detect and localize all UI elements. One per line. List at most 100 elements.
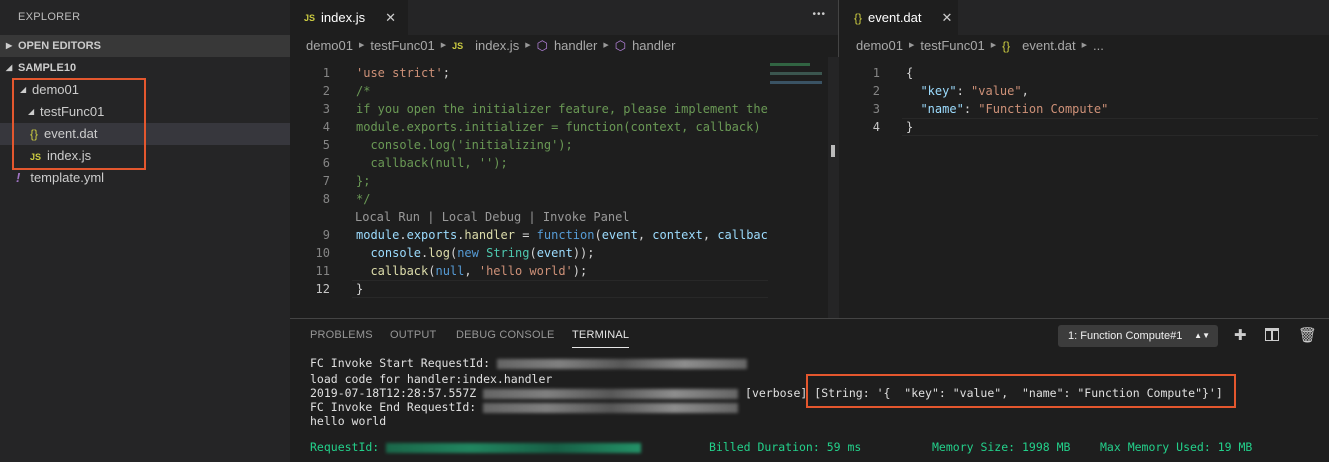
code-line: */: [356, 190, 370, 208]
code-token: "Function Compute": [978, 102, 1109, 116]
memory-size: Memory Size: 1998 MB: [932, 440, 1071, 454]
code-lens[interactable]: Local Run | Local Debug | Invoke Panel: [355, 208, 630, 226]
chevron-right-icon: ▶: [990, 42, 997, 49]
explorer-sidebar: EXPLORER ▶ OPEN EDITORS ◢ SAMPLE10 ◢ demo01…: [0, 0, 290, 462]
terminal-select[interactable]: 1: Function Compute#1 ▲▼: [1058, 325, 1218, 347]
code-token: module.exports.initializer = function(co…: [356, 120, 768, 134]
breadcrumb-item[interactable]: demo01: [856, 35, 903, 57]
tree-label: index.js: [47, 148, 92, 163]
tab-problems[interactable]: PROBLEMS: [310, 329, 373, 341]
terminal-select-value: 1: Function Compute#1: [1068, 330, 1183, 342]
breadcrumb-item[interactable]: ...: [1093, 35, 1104, 57]
code-token: =: [514, 228, 537, 242]
chevron-right-icon: ▶: [6, 41, 13, 50]
tab-bar: {} event.dat ✕: [840, 0, 1329, 35]
code-token: .: [399, 228, 407, 242]
breadcrumb-item[interactable]: handler: [554, 35, 597, 57]
cube-icon: ⬡: [614, 38, 627, 53]
code-line: };: [356, 172, 370, 190]
code-token: ,: [1021, 84, 1029, 98]
code-token: callback: [370, 264, 429, 278]
trash-icon[interactable]: 🗑: [1298, 326, 1317, 344]
code-line: module.exports.handler = function(event,…: [356, 226, 768, 244]
breadcrumb-item[interactable]: demo01: [306, 35, 353, 57]
code-line: "key": "value",: [906, 82, 1029, 100]
tree-file-index-js[interactable]: JS index.js: [0, 145, 290, 167]
code-token: "name": [920, 102, 964, 116]
workspace-section[interactable]: ◢ SAMPLE10: [0, 57, 290, 79]
term-text: load code for handler:index.handler: [310, 372, 553, 386]
split-icon[interactable]: [1265, 328, 1279, 341]
close-icon[interactable]: ✕: [385, 10, 396, 26]
tree-folder-demo01[interactable]: ◢ demo01: [0, 79, 290, 101]
code-area[interactable]: 1 'use strict'; 2 /* 3 if you open the initia…: [290, 55, 768, 318]
chevron-down-icon: ◢: [6, 63, 13, 72]
line-number: 12: [315, 282, 330, 296]
code-token: :: [963, 102, 979, 116]
line-number: 8: [322, 192, 330, 206]
code-line: /*: [356, 82, 370, 100]
breadcrumb-item[interactable]: handler: [632, 35, 675, 57]
code-token: ));: [572, 246, 595, 260]
breadcrumb-item[interactable]: index.js: [475, 35, 519, 57]
plus-icon[interactable]: ✚: [1234, 326, 1247, 344]
code-token: */: [356, 192, 371, 206]
yaml-exclamation-icon: !: [16, 170, 21, 185]
tab-debug-console[interactable]: DEBUG CONSOLE: [456, 329, 555, 341]
current-line-highlight: [352, 280, 768, 298]
chevron-right-icon: ▶: [358, 42, 365, 49]
redacted-id: [386, 442, 642, 453]
code-token: null: [435, 264, 465, 278]
code-token: :: [956, 84, 972, 98]
code-token: module: [356, 228, 400, 242]
breadcrumb: demo01 ▶ testFunc01 ▶ JS index.js ▶ ⬡ handler…: [290, 35, 838, 57]
tree-label: event.dat: [44, 126, 98, 141]
line-number: 3: [872, 102, 880, 116]
breadcrumb-item[interactable]: event.dat: [1022, 35, 1076, 57]
tab-event-dat[interactable]: {} event.dat ✕: [840, 0, 958, 35]
code-token: event: [601, 228, 638, 242]
line-number: 6: [322, 156, 330, 170]
code-token: callback(null, '');: [356, 156, 508, 170]
code-token: "value": [971, 84, 1022, 98]
tree-file-event-dat[interactable]: {} event.dat: [0, 123, 290, 145]
code-token: log: [428, 246, 450, 260]
tab-output[interactable]: OUTPUT: [390, 329, 436, 341]
tab-index-js[interactable]: JS index.js ✕: [290, 0, 408, 35]
breadcrumb-item[interactable]: testFunc01: [920, 35, 984, 57]
code-line: }: [356, 280, 363, 298]
tree-folder-testfunc01[interactable]: ◢ testFunc01: [0, 101, 290, 123]
code-line: }: [906, 118, 913, 136]
chevron-down-icon: ◢: [20, 85, 27, 94]
current-line-highlight: [902, 118, 1318, 136]
code-token: ,: [637, 228, 653, 242]
tree-file-template-yml[interactable]: ! template.yml: [0, 167, 290, 189]
tab-terminal[interactable]: TERMINAL: [572, 329, 630, 348]
js-icon: JS: [304, 12, 316, 23]
code-token: ;: [442, 66, 450, 80]
json-braces-icon: {}: [30, 127, 39, 141]
code-token: console.log('initializing');: [356, 138, 573, 152]
code-token: (: [529, 246, 537, 260]
code-token: ,: [464, 264, 479, 278]
more-actions-icon[interactable]: •••: [812, 9, 826, 20]
code-token: ,: [702, 228, 718, 242]
tab-label: index.js: [321, 10, 366, 25]
code-area[interactable]: 1 {2 "key": "value", 3 "name": "Function C…: [840, 55, 1318, 318]
code-token: event: [536, 246, 573, 260]
term-text: FC Invoke Start RequestId:: [310, 356, 497, 370]
code-token: new: [457, 246, 479, 260]
minimap[interactable]: [768, 57, 828, 318]
close-icon[interactable]: ✕: [942, 10, 953, 26]
code-token: );: [572, 264, 588, 278]
open-editors-section[interactable]: ▶ OPEN EDITORS: [0, 35, 290, 57]
term-text: [String: '{ "key": "value", "name": "Fun…: [814, 386, 1223, 400]
breadcrumb-item[interactable]: testFunc01: [370, 35, 434, 57]
line-number: 4: [322, 120, 330, 134]
line-number: 1: [872, 66, 880, 80]
code-line: console.log(new String(event));: [356, 244, 595, 262]
scrollbar[interactable]: [828, 57, 839, 318]
